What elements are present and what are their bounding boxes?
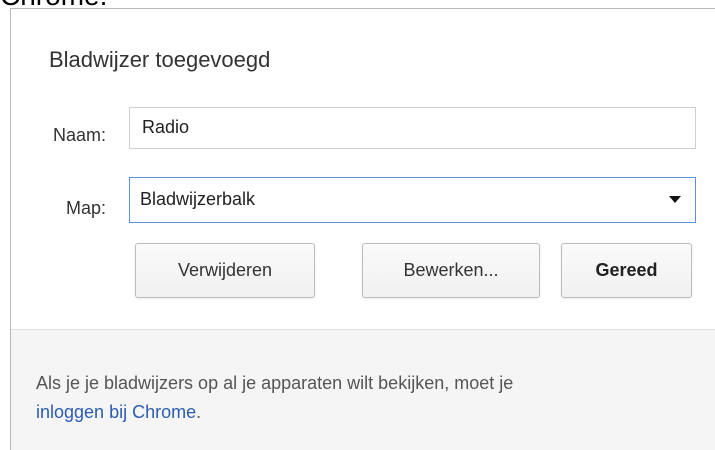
screenshot-page: Chrome. Bladwijzer toegevoegd Naam: Radi… xyxy=(0,0,715,450)
edit-button[interactable]: Bewerken... xyxy=(362,243,540,298)
dialog-title: Bladwijzer toegevoegd xyxy=(49,47,271,72)
sync-message-period: . xyxy=(196,402,202,422)
caret-down-icon xyxy=(669,196,681,203)
folder-select[interactable]: Bladwijzerbalk xyxy=(129,177,696,223)
bookmark-added-dialog: Bladwijzer toegevoegd Naam: Radio Map: B… xyxy=(10,8,715,450)
sign-in-chrome-link[interactable]: inloggen bij Chrome xyxy=(36,402,196,422)
done-button[interactable]: Gereed xyxy=(561,243,692,298)
sign-in-footer: Als je je bladwijzers op al je apparaten… xyxy=(11,329,715,450)
bookmark-name-input[interactable]: Radio xyxy=(129,107,696,149)
name-label: Naam: xyxy=(52,125,106,145)
sync-message-text: Als je je bladwijzers op al je apparaten… xyxy=(36,373,514,393)
sync-message-second-line: inloggen bij Chrome. xyxy=(36,401,201,423)
folder-label: Map: xyxy=(65,198,106,218)
folder-select-value: Bladwijzerbalk xyxy=(140,189,256,209)
remove-button[interactable]: Verwijderen xyxy=(135,243,315,298)
